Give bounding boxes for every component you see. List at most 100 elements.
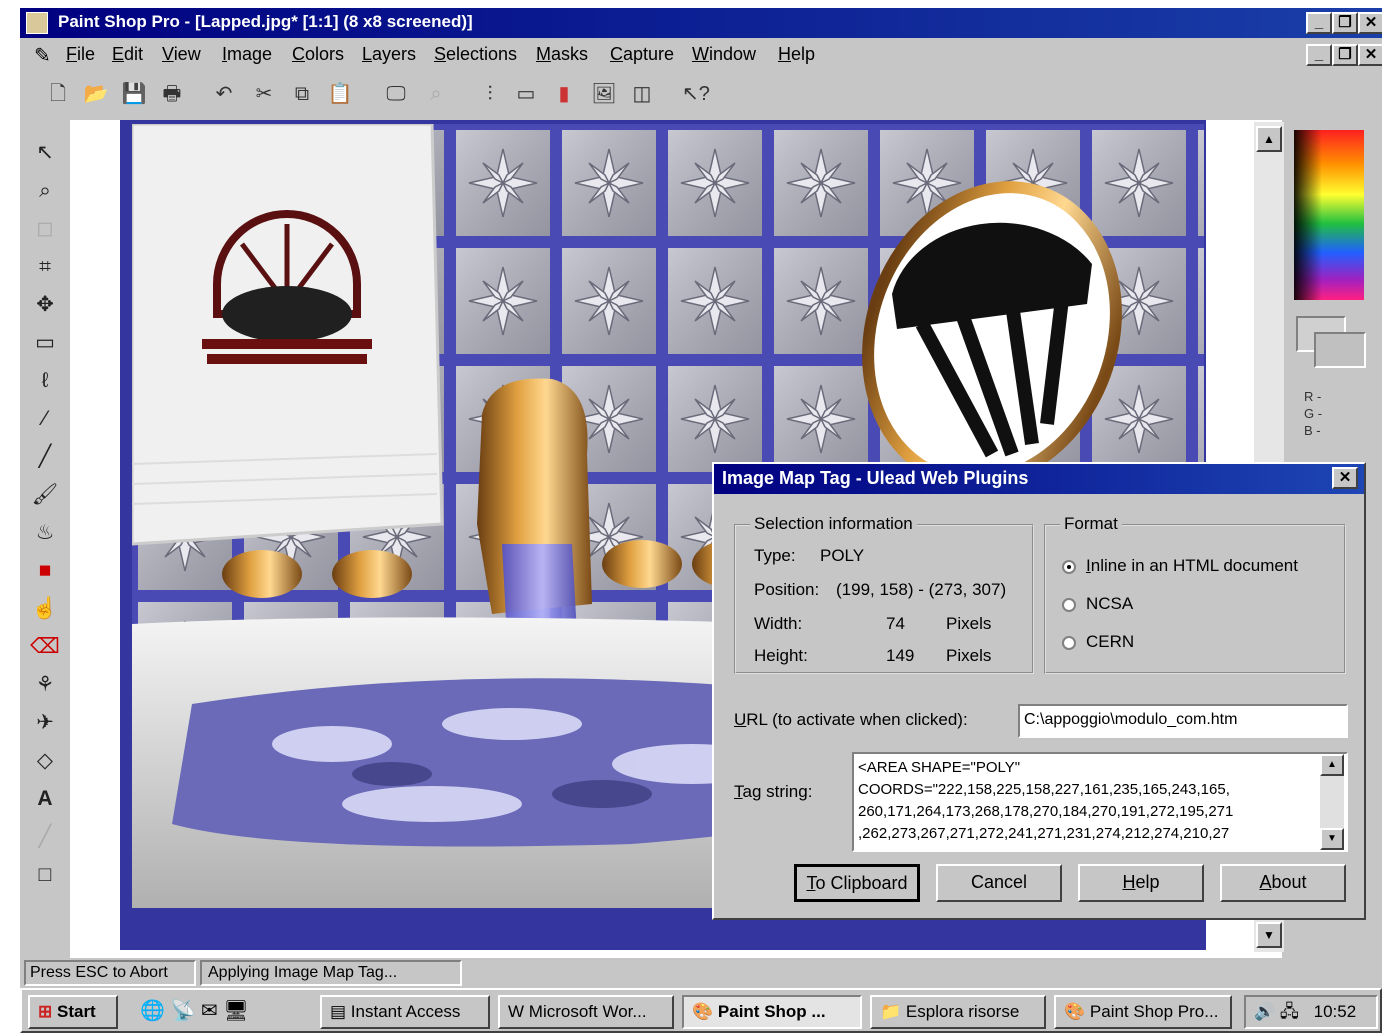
arrow-tool-icon[interactable]: ↖ — [30, 138, 60, 168]
menu-masks[interactable]: Masks — [536, 44, 588, 65]
clock[interactable]: 10:52 — [1314, 1002, 1357, 1021]
tag-string-text: <AREA SHAPE="POLY" COORDS="222,158,225,1… — [858, 757, 1318, 845]
status-left-pane: Press ESC to Abort — [24, 960, 196, 986]
menu-capture[interactable]: Capture — [610, 44, 674, 65]
explorer-icon[interactable]: 🌐 — [140, 1000, 165, 1022]
clone-brush-tool-icon[interactable]: ♨ — [30, 518, 60, 548]
help-pointer-icon[interactable]: ↖? — [682, 80, 710, 108]
color-palette-icon[interactable]: ▮ — [550, 80, 578, 108]
status-left-text: Press ESC to Abort — [30, 964, 168, 981]
type-label: Type: — [754, 546, 796, 565]
line-tool-icon[interactable]: ╱ — [30, 822, 60, 852]
doc-restore-button[interactable]: ❐ — [1332, 44, 1358, 66]
start-label: Start — [56, 1002, 96, 1021]
background-color-swatch[interactable] — [1314, 332, 1366, 368]
to-clipboard-button[interactable]: To Clipboard — [794, 864, 920, 902]
menu-window[interactable]: Window — [692, 44, 756, 65]
dropper-tool-icon[interactable]: ╱ — [30, 442, 60, 472]
crop-tool-icon[interactable]: ⌗ — [30, 252, 60, 282]
new-file-icon[interactable]: 🗋 — [44, 80, 72, 108]
mover-tool-icon[interactable]: ✥ — [30, 290, 60, 320]
selection-group-label: Selection information — [750, 514, 917, 534]
magic-wand-tool-icon[interactable]: ⁄ — [30, 404, 60, 434]
desktop-icon[interactable]: 🖥 — [223, 1000, 248, 1022]
full-screen-icon[interactable]: 🖵 — [382, 80, 410, 108]
format-ncsa-radio[interactable] — [1062, 598, 1076, 612]
lasso-tool-icon[interactable]: ℓ — [30, 366, 60, 396]
cut-icon[interactable]: ✂ — [250, 80, 278, 108]
retouch-tool-icon[interactable]: ☝ — [30, 594, 60, 624]
start-button[interactable]: ⊞ Start — [28, 995, 118, 1029]
menu-file[interactable]: File — [66, 44, 95, 65]
menu-layers[interactable]: Layers — [362, 44, 416, 65]
close-button[interactable]: ✕ — [1358, 12, 1382, 34]
menu-selections[interactable]: Selections — [434, 44, 517, 65]
title-bar[interactable]: Paint Shop Pro - [Lapped.jpg* [1:1] (8 x… — [20, 8, 1382, 38]
task-paint-shop-active[interactable]: 🎨 Paint Shop ... — [682, 995, 862, 1029]
format-cern-label[interactable]: CERN — [1086, 632, 1134, 652]
format-ncsa-label[interactable]: NCSA — [1086, 594, 1133, 614]
cancel-button[interactable]: Cancel — [936, 864, 1062, 902]
format-inline-radio[interactable] — [1062, 560, 1076, 574]
tag-line: ,262,273,267,271,272,241,271,231,274,212… — [858, 825, 1230, 842]
menu-view[interactable]: View — [162, 44, 201, 65]
menu-image[interactable]: Image — [222, 44, 272, 65]
word-icon: W — [508, 1002, 525, 1021]
overview-window-icon[interactable]: 🖼 — [590, 80, 618, 108]
tag-scroll-down-icon[interactable]: ▼ — [1320, 828, 1344, 850]
outlook-icon[interactable]: ✉ — [201, 1000, 218, 1022]
task-esplora-risorse[interactable]: 📁 Esplora risorse — [870, 995, 1046, 1029]
color-replacer-tool-icon[interactable]: ■ — [30, 556, 60, 586]
channels-icon[interactable]: 📡 — [170, 1000, 195, 1022]
open-folder-icon[interactable]: 📂 — [82, 80, 110, 108]
zoom-icon[interactable]: ⌕ — [422, 80, 450, 108]
zoom-tool-icon[interactable]: ⌕ — [30, 176, 60, 206]
url-input[interactable]: C:\appoggio\modulo_com.htm — [1018, 704, 1348, 738]
airbrush-tool-icon[interactable]: ✈ — [30, 708, 60, 738]
dialog-close-button[interactable]: ✕ — [1332, 467, 1358, 489]
color-spectrum[interactable] — [1294, 130, 1364, 300]
undo-icon[interactable]: ↶ — [210, 80, 238, 108]
scroll-down-icon[interactable]: ▼ — [1256, 922, 1282, 948]
selection-tool-icon[interactable]: ▭ — [30, 328, 60, 358]
tag-scroll-up-icon[interactable]: ▲ — [1320, 754, 1344, 776]
network-icon[interactable]: 🖧 — [1280, 1002, 1299, 1021]
task-label: Esplora risorse — [905, 1002, 1020, 1021]
copy-icon[interactable]: ⧉ — [288, 80, 316, 108]
windows-logo-icon: ⊞ — [38, 1002, 53, 1021]
doc-minimize-button[interactable]: _ — [1306, 44, 1332, 66]
task-paint-shop-pro[interactable]: 🎨 Paint Shop Pro... — [1054, 995, 1232, 1029]
app-icon[interactable] — [26, 12, 48, 34]
paintbrush-tool-icon[interactable]: 🖌 — [30, 480, 60, 510]
text-tool-icon[interactable]: A — [30, 784, 60, 814]
doc-close-button[interactable]: ✕ — [1358, 44, 1382, 66]
minimize-button[interactable]: _ — [1306, 12, 1332, 34]
tag-scrollbar[interactable]: ▲ ▼ — [1320, 754, 1344, 850]
about-button[interactable]: About — [1220, 864, 1346, 902]
deformation-tool-icon[interactable]: ◻ — [30, 214, 60, 244]
format-inline-label[interactable]: Inline in an HTML document — [1086, 556, 1298, 576]
maximize-button[interactable]: ❐ — [1332, 12, 1358, 34]
format-cern-radio[interactable] — [1062, 636, 1076, 650]
shape-tool-icon[interactable]: □ — [30, 860, 60, 890]
task-microsoft-word[interactable]: W Microsoft Wor... — [498, 995, 674, 1029]
eraser-tool-icon[interactable]: ⌫ — [30, 632, 60, 662]
help-button[interactable]: Help — [1078, 864, 1204, 902]
menu-help[interactable]: Help — [778, 44, 815, 65]
tag-string-textarea[interactable]: <AREA SHAPE="POLY" COORDS="222,158,225,1… — [852, 752, 1348, 852]
scroll-up-icon[interactable]: ▲ — [1256, 126, 1282, 152]
toggle-style-bar-icon[interactable]: ▭ — [512, 80, 540, 108]
toggle-tool-palette-icon[interactable]: ⫶ — [476, 80, 504, 108]
volume-icon[interactable]: 🔊 — [1254, 1002, 1275, 1021]
flood-fill-tool-icon[interactable]: ◇ — [30, 746, 60, 776]
paste-icon[interactable]: 📋 — [326, 80, 354, 108]
menu-edit[interactable]: Edit — [112, 44, 143, 65]
task-instant-access[interactable]: ▤ Instant Access — [320, 995, 490, 1029]
menu-colors[interactable]: Colors — [292, 44, 344, 65]
layer-palette-icon[interactable]: ◫ — [628, 80, 656, 108]
document-icon[interactable]: ✎ — [34, 43, 51, 68]
dialog-title-bar[interactable]: Image Map Tag - Ulead Web Plugins ✕ — [714, 464, 1364, 494]
print-icon[interactable]: 🖶 — [158, 80, 186, 108]
save-icon[interactable]: 💾 — [120, 80, 148, 108]
picture-tube-tool-icon[interactable]: ⚘ — [30, 670, 60, 700]
